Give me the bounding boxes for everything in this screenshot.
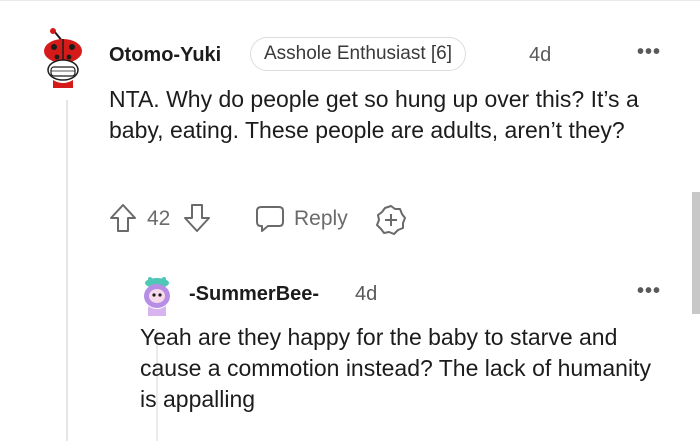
comment-username[interactable]: Otomo-Yuki	[109, 44, 221, 67]
downvote-button[interactable]	[182, 202, 212, 234]
snoo-ladybug-avatar-icon	[44, 28, 82, 88]
reply-more-options-button[interactable]: •••	[637, 280, 661, 303]
scrollbar-thumb[interactable]	[692, 192, 700, 314]
upvote-button[interactable]	[108, 202, 138, 234]
award-plus-icon	[376, 205, 406, 235]
reply-username[interactable]: -SummerBee-	[189, 283, 319, 306]
comment-timestamp[interactable]: 4d	[529, 44, 551, 67]
reply-user-avatar[interactable]	[140, 276, 174, 316]
comment-body: NTA. Why do people get so hung up over t…	[109, 86, 639, 143]
user-avatar[interactable]	[36, 28, 90, 88]
reply-body: Yeah are they happy for the baby to star…	[140, 324, 651, 412]
upvote-arrow-icon	[110, 204, 136, 232]
reply-timestamp[interactable]: 4d	[355, 283, 377, 306]
downvote-arrow-icon	[184, 204, 210, 232]
speech-bubble-icon	[256, 206, 284, 232]
reply-button[interactable]: Reply	[254, 204, 348, 234]
snoo-purple-hair-avatar-icon	[144, 277, 170, 316]
vote-count: 42	[147, 207, 171, 230]
thread-line[interactable]	[66, 100, 68, 441]
top-divider	[0, 0, 700, 1]
award-button[interactable]	[375, 204, 407, 236]
user-flair: Asshole Enthusiast [6]	[250, 37, 466, 71]
reply-label: Reply	[294, 207, 348, 230]
more-options-button[interactable]: •••	[637, 41, 661, 64]
comment-thread: Otomo-Yuki Asshole Enthusiast [6] 4d •••…	[0, 0, 700, 441]
